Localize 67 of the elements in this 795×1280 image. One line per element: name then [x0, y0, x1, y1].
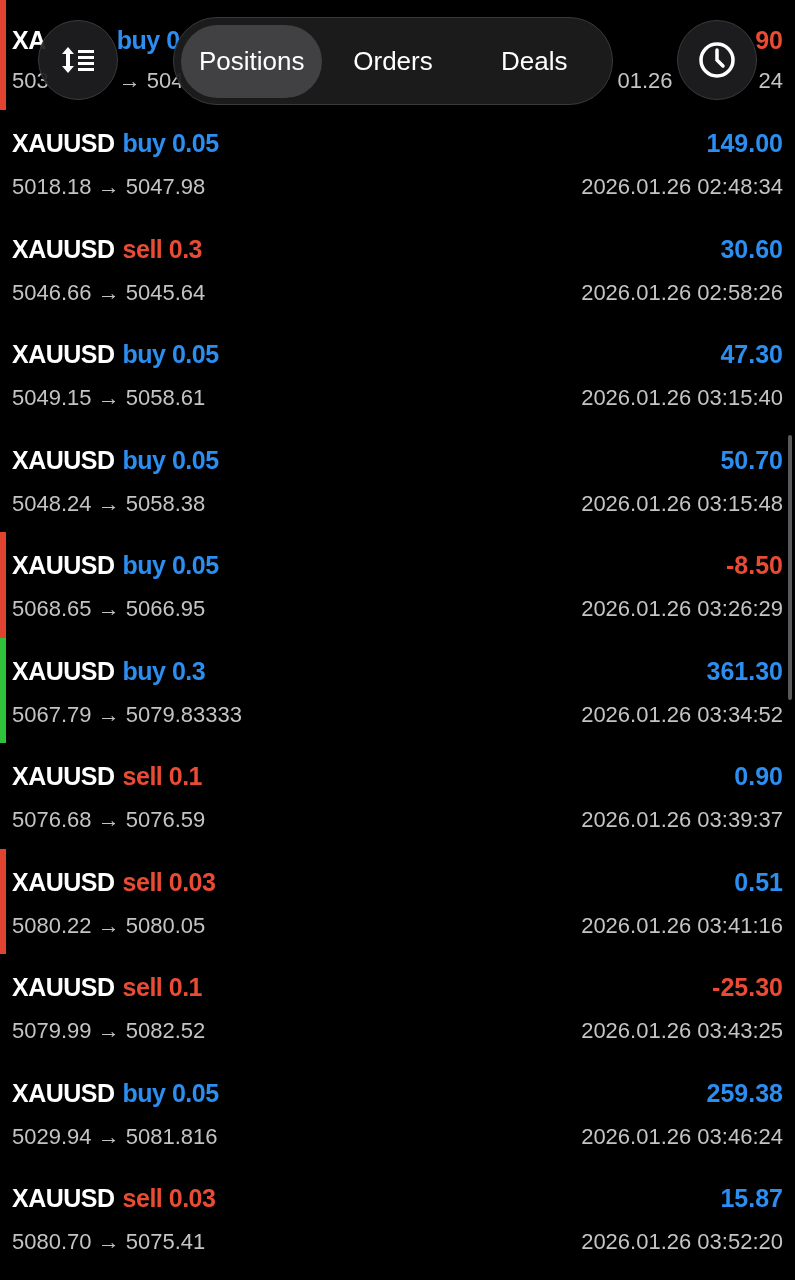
- trade-side-text: buy 0.05: [122, 128, 219, 158]
- price-text: 5068.65 → 5066.95: [12, 595, 206, 623]
- profit-text: 30.60: [720, 233, 783, 264]
- symbol-text: XAUUSD: [12, 444, 115, 475]
- price-text: 5076.68 → 5076.59: [12, 806, 206, 834]
- date-text: 01.26: [617, 67, 673, 95]
- trade-side-text: sell 0.03: [122, 866, 216, 897]
- trade-side-text: buy 0.05: [122, 339, 219, 369]
- symbol-text: XAUUSD: [12, 761, 115, 791]
- symbol-text: XAUUSD: [12, 233, 115, 264]
- tab[interactable]: Positions: [181, 24, 323, 98]
- time-text: 2026.01.26 03:26:29: [581, 595, 783, 623]
- price-text: → 504: [118, 67, 184, 95]
- trade-side-text: buy 0.05: [122, 1077, 219, 1108]
- time-text: 24: [758, 67, 783, 95]
- time-text: 2026.01.26 03:43:25: [581, 1017, 783, 1045]
- price-text: 5048.24 → 5058.38: [12, 489, 206, 518]
- profit-text: 90: [755, 25, 783, 55]
- profit-text: 15.87: [720, 1183, 783, 1213]
- trade-side-text: buy 0.05: [122, 444, 219, 475]
- symbol-text: XAUUSD: [12, 1077, 115, 1108]
- trade-side-text: sell 0.03: [122, 1183, 216, 1213]
- price-text: 5046.66 → 5045.64: [12, 278, 206, 307]
- symbol-text: XAUUSD: [12, 866, 115, 897]
- time-text: 2026.01.26 02:48:34: [581, 173, 783, 201]
- trade-side-text: sell 0.3: [122, 233, 202, 264]
- time-text: 2026.01.26 03:34:52: [581, 700, 783, 729]
- trade-side-text: buy 0.3: [122, 655, 206, 686]
- trade-side-text: buy 0: [116, 25, 180, 55]
- price-text: 5018.18 → 5047.98: [12, 173, 206, 201]
- clock-icon: [698, 41, 736, 79]
- price-text: 5049.15 → 5058.61: [12, 384, 206, 412]
- price-text: 5029.94 → 5081.816: [12, 1122, 218, 1151]
- profit-text: 50.70: [720, 444, 783, 475]
- profit-text: 361.30: [706, 655, 783, 686]
- price-text: 5080.22 → 5080.05: [12, 911, 206, 940]
- time-text: 2026.01.26 03:46:24: [581, 1122, 783, 1151]
- symbol-text: XAUUSD: [12, 550, 115, 580]
- time-text: 2026.01.26 03:41:16: [581, 911, 783, 940]
- symbol-text: XAUUSD: [12, 1183, 115, 1213]
- profit-text: 0.90: [734, 761, 783, 791]
- tab[interactable]: Orders: [322, 24, 464, 98]
- price-text: 5079.99 → 5082.52: [12, 1017, 206, 1045]
- trade-side-text: buy 0.05: [122, 550, 219, 580]
- time-text: 2026.01.26 03:39:37: [581, 806, 783, 834]
- tab[interactable]: Deals: [463, 24, 605, 98]
- symbol-text: XAUUSD: [12, 655, 115, 686]
- time-text: 2026.01.26 03:15:40: [581, 384, 783, 412]
- trade-side-text: sell 0.1: [122, 761, 202, 791]
- profit-text: 149.00: [706, 128, 783, 158]
- symbol-text: XAUUSD: [12, 972, 115, 1002]
- price-text: 503: [12, 67, 49, 95]
- symbol-text: XA: [12, 25, 46, 55]
- sort-icon: [61, 45, 95, 75]
- profit-text: 0.51: [734, 866, 783, 897]
- trade-side-text: sell 0.1: [122, 972, 202, 1002]
- time-text: 2026.01.26 03:15:48: [581, 489, 783, 518]
- profit-text: 47.30: [720, 339, 783, 369]
- profit-text: -8.50: [726, 550, 783, 580]
- profit-text: 259.38: [706, 1077, 783, 1108]
- profit-text: -25.30: [712, 972, 783, 1002]
- time-text: 2026.01.26 03:52:20: [581, 1228, 783, 1256]
- symbol-text: XAUUSD: [12, 128, 115, 158]
- time-text: 2026.01.26 02:58:26: [581, 278, 783, 307]
- symbol-text: XAUUSD: [12, 339, 115, 369]
- price-text: 5067.79 → 5079.83333: [12, 700, 242, 729]
- price-text: 5080.70 → 5075.41: [12, 1228, 206, 1256]
